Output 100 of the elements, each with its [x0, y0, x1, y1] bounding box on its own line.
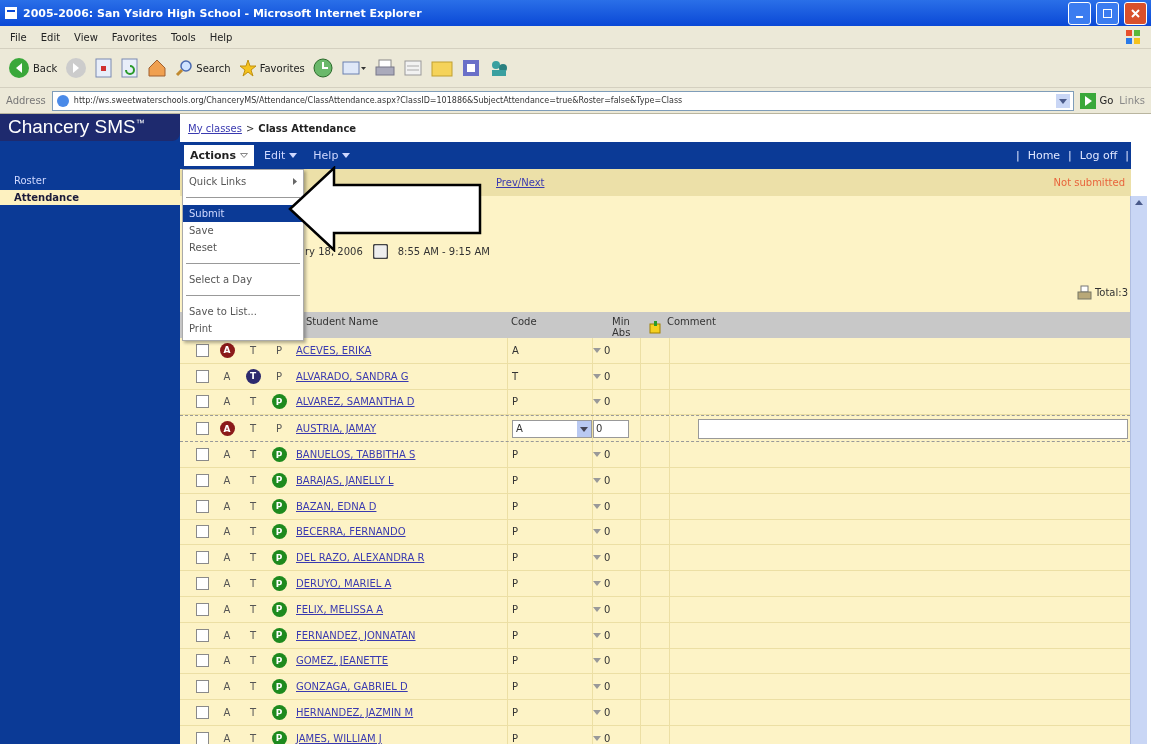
student-name-link[interactable]: FERNANDEZ, JONNATAN — [296, 629, 416, 641]
student-name-link[interactable]: FELIX, MELISSA A — [296, 603, 383, 615]
table-row[interactable]: A T P HERNANDEZ, JAZMIN M P 0 — [180, 700, 1130, 726]
favorites-button[interactable]: Favorites — [238, 59, 305, 77]
attendance-option[interactable]: T — [249, 732, 257, 744]
attendance-option[interactable]: T — [249, 474, 257, 486]
table-row[interactable]: A T P FELIX, MELISSA A P 0 — [180, 596, 1130, 623]
table-row[interactable]: A T P DEL RAZO, ALEXANDRA R P 0 — [180, 545, 1130, 572]
attendance-option[interactable]: T — [249, 629, 257, 641]
refresh-icon[interactable] — [121, 58, 140, 78]
attendance-option[interactable]: A — [223, 552, 231, 564]
attendance-mark[interactable]: P — [271, 498, 287, 514]
attendance-option[interactable]: A — [223, 732, 231, 744]
row-checkbox[interactable] — [195, 422, 209, 436]
row-checkbox[interactable] — [195, 706, 209, 720]
student-name-link[interactable]: GONZAGA, GABRIEL D — [296, 681, 408, 693]
attendance-option[interactable]: T — [249, 578, 257, 590]
student-name-link[interactable]: BANUELOS, TABBITHA S — [296, 449, 416, 461]
attendance-option[interactable]: A — [223, 500, 231, 512]
back-button[interactable]: Back — [8, 57, 58, 79]
mail-icon[interactable] — [340, 58, 367, 78]
row-checkbox[interactable] — [195, 628, 209, 642]
home-icon[interactable] — [147, 58, 168, 78]
attendance-mark[interactable]: P — [271, 601, 287, 617]
stop-icon[interactable] — [95, 58, 114, 78]
table-row[interactable]: A T P DERUYO, MARIEL A P 0 — [180, 571, 1130, 597]
row-checkbox[interactable] — [195, 473, 209, 487]
attendance-option[interactable]: T — [249, 603, 257, 615]
attendance-option[interactable]: T — [249, 449, 257, 461]
row-checkbox[interactable] — [195, 577, 209, 591]
menu-item[interactable]: Tools — [171, 31, 196, 43]
row-checkbox[interactable] — [195, 680, 209, 694]
student-name-link[interactable]: BARAJAS, JANELLY L — [296, 474, 394, 486]
student-name-link[interactable]: AUSTRIA, JAMAY — [296, 423, 377, 435]
attendance-option[interactable]: T — [249, 396, 257, 408]
attendance-option[interactable]: A — [223, 707, 231, 719]
attendance-option[interactable]: A — [223, 603, 231, 615]
student-name-link[interactable]: DERUYO, MARIEL A — [296, 578, 392, 590]
student-name-link[interactable]: DEL RAZO, ALEXANDRA R — [296, 552, 425, 564]
menu-item[interactable]: Favorites — [111, 31, 157, 43]
student-name-link[interactable]: GOMEZ, JEANETTE — [296, 655, 389, 667]
attendance-option[interactable]: P — [276, 344, 282, 356]
student-name-link[interactable]: ALVARADO, SANDRA G — [296, 370, 409, 382]
minutes-field[interactable]: 0 — [593, 419, 629, 438]
table-row[interactable]: A T P BECERRA, FERNANDO P 0 — [180, 519, 1130, 546]
attendance-option[interactable]: T — [249, 526, 257, 538]
menu-item[interactable]: Help — [209, 31, 233, 43]
attendance-mark[interactable]: P — [271, 679, 287, 695]
menu-item[interactable]: View — [74, 31, 98, 43]
table-row[interactable]: A T P GOMEZ, JEANETTE P 0 — [180, 648, 1130, 675]
row-checkbox[interactable] — [195, 448, 209, 462]
row-checkbox[interactable] — [195, 343, 209, 357]
address-field[interactable]: http://ws.sweetwaterschools.org/ChanceryMS/Attendance/ClassAttendance.aspx?ClassID=101886&SubjectAttendance=true&Roster=false&Type=Class — [51, 90, 1075, 111]
attendance-option[interactable]: T — [249, 500, 257, 512]
attendance-option[interactable]: A — [223, 655, 231, 667]
attendance-option[interactable]: T — [249, 344, 257, 356]
scrollbar[interactable] — [1130, 196, 1147, 744]
attendance-option[interactable]: T — [249, 655, 257, 667]
go-button[interactable]: Go — [1080, 92, 1114, 109]
table-row[interactable]: A T P FERNANDEZ, JONNATAN P 0 — [180, 622, 1130, 649]
attendance-option[interactable]: T — [249, 552, 257, 564]
pager-link[interactable]: Prev/Next — [496, 177, 545, 188]
attendance-option[interactable]: P — [276, 423, 282, 435]
student-name-link[interactable]: BECERRA, FERNANDO — [296, 526, 406, 538]
code-dropdown[interactable]: A — [512, 419, 592, 438]
row-checkbox[interactable] — [195, 499, 209, 513]
menu-item[interactable]: Save — [183, 222, 303, 239]
menu-item[interactable]: File — [10, 31, 27, 43]
attendance-mark[interactable]: A — [219, 421, 235, 437]
row-checkbox[interactable] — [195, 731, 209, 744]
attendance-mark[interactable]: P — [271, 627, 287, 643]
table-row[interactable]: A T P BAZAN, EDNA D P 0 — [180, 493, 1130, 520]
row-checkbox[interactable] — [195, 395, 209, 409]
nav-menu[interactable]: Help — [307, 145, 357, 166]
attendance-mark[interactable]: P — [271, 653, 287, 669]
attendance-mark[interactable]: P — [271, 705, 287, 721]
table-row[interactable]: A T P ALVARADO, SANDRA G T 0 — [180, 363, 1130, 390]
maximize-button[interactable] — [1096, 1, 1119, 25]
attendance-mark[interactable]: P — [271, 576, 287, 592]
table-row[interactable]: A T P BARAJAS, JANELLY L P 0 — [180, 468, 1130, 494]
attendance-mark[interactable]: P — [271, 524, 287, 540]
print-icon[interactable] — [374, 58, 395, 78]
attendance-option[interactable]: A — [223, 578, 231, 590]
nav-menu[interactable]: Edit — [258, 145, 304, 166]
row-checkbox[interactable] — [195, 602, 209, 616]
nav-link[interactable]: Log off — [1077, 149, 1120, 162]
table-row[interactable]: A T P ALVAREZ, SAMANTHA D P 0 — [180, 389, 1130, 416]
history-icon[interactable] — [312, 58, 333, 78]
attendance-mark[interactable]: A — [219, 342, 235, 358]
attendance-mark[interactable]: P — [271, 550, 287, 566]
menu-item[interactable]: Reset — [183, 239, 303, 256]
menu-item[interactable]: Quick Links — [183, 173, 303, 190]
attendance-mark[interactable]: P — [271, 472, 287, 488]
row-checkbox[interactable] — [195, 525, 209, 539]
menu-item[interactable]: Save to List... — [183, 303, 303, 320]
attendance-option[interactable]: P — [276, 370, 282, 382]
attendance-mark[interactable]: T — [245, 368, 261, 384]
nav-link[interactable]: Home — [1025, 149, 1063, 162]
student-name-link[interactable]: HERNANDEZ, JAZMIN M — [296, 707, 414, 719]
attendance-option[interactable]: A — [223, 396, 231, 408]
